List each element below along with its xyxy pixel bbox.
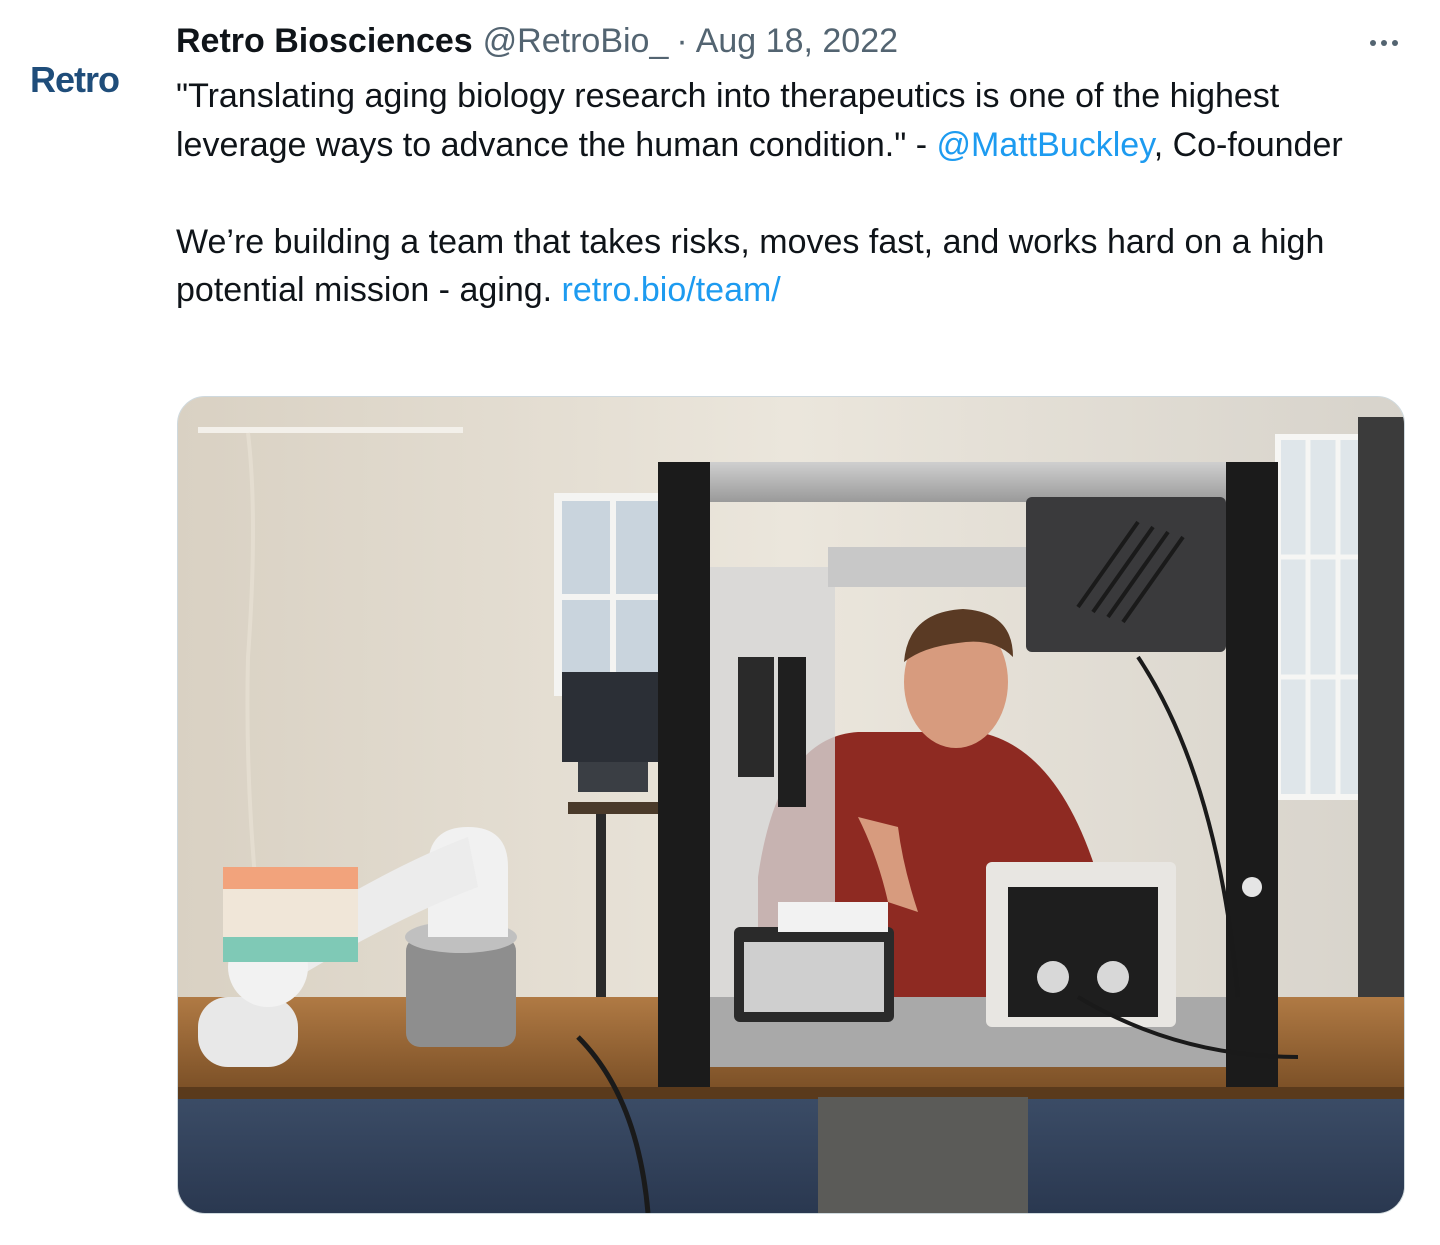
lab-robot-photo xyxy=(178,397,1404,1213)
tweet-text: "Translating aging biology research into… xyxy=(176,72,1406,315)
retro-logo-avatar[interactable]: Retro xyxy=(30,50,150,110)
quote-tail: , Co-founder xyxy=(1153,125,1343,164)
tweet-date[interactable]: Aug 18, 2022 xyxy=(696,22,898,61)
more-horizontal-icon xyxy=(1370,40,1376,46)
display-name[interactable]: Retro Biosciences xyxy=(176,22,473,61)
team-url-link[interactable]: retro.bio/team/ xyxy=(562,271,781,309)
tweet-paragraph-quote: "Translating aging biology research into… xyxy=(176,72,1406,169)
tweet-header: Retro Biosciences @RetroBio_ · Aug 18, 2… xyxy=(176,22,1406,68)
more-options-button[interactable] xyxy=(1362,28,1406,58)
more-horizontal-icon-dot xyxy=(1392,40,1398,46)
tweet: Retro Retro Biosciences @RetroBio_ · Aug… xyxy=(0,0,1440,1245)
user-handle[interactable]: @RetroBio_ xyxy=(483,22,669,61)
header-separator: · xyxy=(676,22,688,60)
tweet-media-photo[interactable] xyxy=(177,396,1405,1214)
mention-link[interactable]: @MattBuckley xyxy=(937,126,1154,164)
more-horizontal-icon-dot xyxy=(1381,40,1387,46)
tweet-paragraph-team: We’re building a team that takes risks, … xyxy=(176,218,1406,315)
avatar-logo-text: Retro xyxy=(30,59,120,100)
tweet-content: Retro Biosciences @RetroBio_ · Aug 18, 2… xyxy=(176,22,1406,315)
